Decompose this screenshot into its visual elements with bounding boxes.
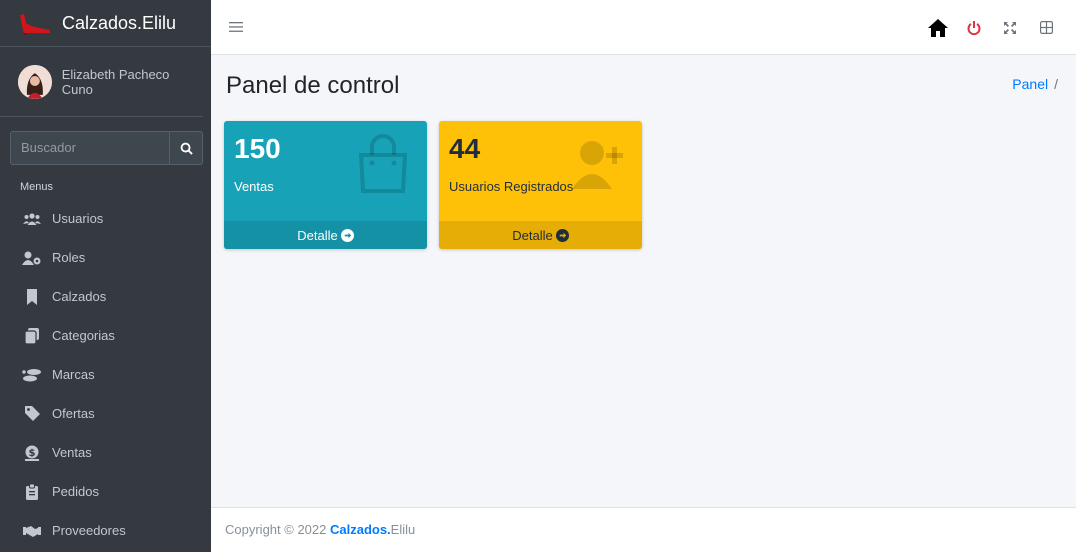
avatar <box>18 64 52 99</box>
main-sidebar: Calzados.Elilu Elizabeth Pacheco Cuno Bu… <box>0 0 211 552</box>
sidebar-item-label: Proveedores <box>52 523 126 538</box>
copyright-text: Copyright © 2022 <box>225 522 330 537</box>
users-icon <box>22 211 42 227</box>
sidebar-item-calzados[interactable]: Calzados <box>0 277 211 316</box>
home-icon <box>928 18 948 37</box>
home-button[interactable] <box>920 16 956 40</box>
sidebar-item-pedidos[interactable]: Pedidos <box>0 472 211 511</box>
sidebar-item-ventas[interactable]: $ Ventas <box>0 433 211 472</box>
sidebar-item-label: Categorias <box>52 328 115 343</box>
control-sidebar-button[interactable] <box>1028 16 1064 40</box>
shoe-prints-icon <box>22 367 42 383</box>
top-navbar <box>211 0 1076 55</box>
detalle-label: Detalle <box>297 227 338 243</box>
detalle-link[interactable]: Detalle <box>224 221 427 249</box>
arrow-circle-right-icon <box>340 228 354 242</box>
search-button[interactable] <box>169 131 203 165</box>
brand-name: Calzados.Elilu <box>62 12 177 33</box>
logout-button[interactable] <box>956 16 992 40</box>
sidebar-item-label: Marcas <box>52 367 95 382</box>
brand-link[interactable]: Calzados.Elilu <box>0 0 211 47</box>
user-cog-icon <box>22 250 42 266</box>
search-input[interactable]: Buscador <box>10 131 169 165</box>
sidebar-item-categorias[interactable]: Categorias <box>0 316 211 355</box>
sidebar-item-label: Usuarios <box>52 211 104 226</box>
menu-header: Menus <box>20 181 54 193</box>
footer-brand-rest: Elilu <box>390 522 416 537</box>
sidebar-search: Buscador <box>10 131 203 165</box>
main-footer: Copyright © 2022 Calzados.Elilu <box>211 507 1076 552</box>
sidebar-item-usuarios[interactable]: Usuarios <box>0 199 211 238</box>
arrow-circle-right-icon <box>555 228 569 242</box>
bookmark-icon <box>22 288 42 305</box>
shoe-logo-icon <box>20 14 50 35</box>
svg-text:$: $ <box>29 448 36 459</box>
tag-icon <box>22 406 42 422</box>
sidebar-item-label: Roles <box>52 250 86 265</box>
sidebar-item-label: Pedidos <box>52 484 99 499</box>
breadcrumb-separator: / <box>1054 76 1058 92</box>
stat-label: Usuarios Registrados <box>449 179 574 194</box>
page-title: Panel de control <box>226 72 400 99</box>
handshake-icon <box>22 523 42 539</box>
sidebar-item-label: Calzados <box>52 289 107 304</box>
stat-value: 44 <box>449 133 481 164</box>
user-plus-icon <box>572 141 623 189</box>
detalle-link[interactable]: Detalle <box>439 221 642 249</box>
sidebar-item-ofertas[interactable]: Ofertas <box>0 394 211 433</box>
breadcrumb-link-panel[interactable]: Panel <box>1012 76 1048 92</box>
sidebar-item-marcas[interactable]: Marcas <box>0 355 211 394</box>
user-panel[interactable]: Elizabeth Pacheco Cuno <box>0 47 203 117</box>
grid-icon <box>1039 21 1053 34</box>
shopping-bag-icon <box>358 134 408 193</box>
hamburger-menu-icon[interactable] <box>229 20 243 34</box>
power-icon <box>967 20 981 35</box>
sidebar-item-proveedores[interactable]: Proveedores <box>0 511 211 550</box>
breadcrumb: Panel / <box>1012 76 1058 92</box>
expand-icon <box>1004 21 1016 34</box>
detalle-label: Detalle <box>512 227 553 243</box>
sidebar-item-roles[interactable]: Roles <box>0 238 211 277</box>
clipboard-icon <box>22 483 42 500</box>
sidebar-item-label: Ofertas <box>52 406 95 421</box>
sidebar-item-label: Ventas <box>52 445 92 460</box>
usuarios-stat-box: 44 Usuarios Registrados Detalle <box>439 121 642 249</box>
copy-icon <box>22 327 42 344</box>
stat-value: 150 <box>234 133 281 164</box>
money-icon: $ <box>22 445 42 461</box>
search-icon <box>180 142 193 155</box>
navbar-right <box>920 0 1064 55</box>
user-avatar-icon <box>18 64 52 99</box>
footer-brand-link[interactable]: Calzados. <box>330 522 391 537</box>
sidebar-nav: Usuarios Roles Calzados Categorias Marca… <box>0 199 211 550</box>
content-header: Panel de control Panel / <box>226 70 1066 106</box>
ventas-stat-box: 150 Ventas Detalle <box>224 121 427 249</box>
stat-label: Ventas <box>234 179 274 194</box>
fullscreen-button[interactable] <box>992 16 1028 40</box>
user-name[interactable]: Elizabeth Pacheco Cuno <box>62 67 203 97</box>
